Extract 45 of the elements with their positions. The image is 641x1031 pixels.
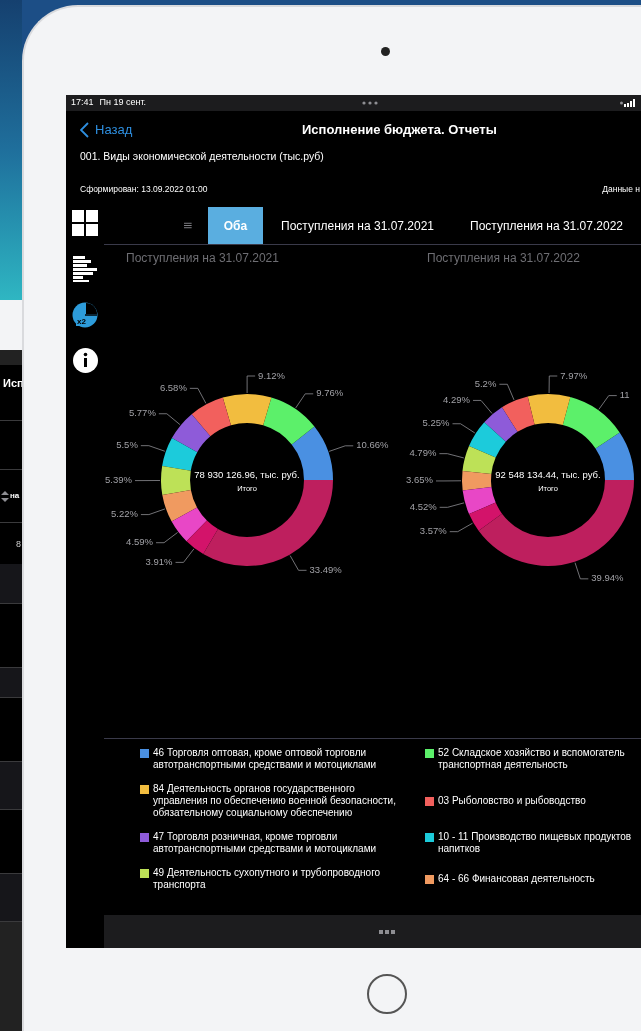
tab[interactable]: Поступления на 31.07.2021 <box>263 207 453 244</box>
data-label: 5.77% <box>128 407 156 419</box>
report-name: 001. Виды экономической деятельности (тыс.руб) <box>79 149 325 164</box>
total-value: 78 930 126.96, тыс. руб. <box>194 469 300 480</box>
data-label: 9.12% <box>258 369 286 381</box>
legend-label: 10 - 11 Производство пищевых продуктов напитков <box>438 831 633 855</box>
data-label: 33.49% <box>309 563 342 575</box>
badge-text: x2 <box>76 317 87 326</box>
chart-title: Поступления на 31.07.2021 <box>125 250 280 266</box>
chart-title: Поступления на 31.07.2022 <box>426 250 581 266</box>
formed-date: Сформирован: 13.09.2022 01:00 <box>80 183 208 196</box>
back-button[interactable]: Назад <box>66 120 302 140</box>
data-label: 9.76% <box>316 387 344 399</box>
data-label: 3.65% <box>406 474 433 486</box>
data-label: 11 <box>619 389 630 401</box>
tab[interactable]: Поступления на 31.07.2022 <box>452 207 641 244</box>
status-date: Пн 19 сент. <box>99 96 147 110</box>
background-column-header: на <box>10 491 20 501</box>
data-label: 4.79% <box>409 447 437 459</box>
background-cell-text: 8 <box>15 539 22 550</box>
screen-title: Исполнение бюджета. Отчеты <box>302 121 497 140</box>
data-label: 5.25% <box>422 417 450 429</box>
status-time: 17:41 <box>71 96 94 110</box>
data-label: 5.39% <box>105 474 132 486</box>
total-value: 92 548 134.44, тыс. руб. <box>495 469 601 480</box>
legend-label: 47 Торговля розничная, кроме торговли автотранспортными средствами и мотоциклами <box>153 831 378 855</box>
legend-label: 03 Рыболовство и рыбоводство <box>438 795 586 807</box>
data-label: 39.94% <box>591 572 624 584</box>
legend-label: 64 - 66 Финансовая деятельность <box>438 873 595 885</box>
data-label: 4.29% <box>443 393 471 405</box>
legend-label: 84 Деятельность органов государственного управления по обеспечению военной безопасности, обязательному социальному обеспечению <box>153 783 397 819</box>
data-label: 5.2% <box>474 377 497 389</box>
data-label: 3.91% <box>145 555 173 567</box>
data-label: 5.5% <box>116 439 138 451</box>
legend-label: 46 Торговля оптовая, кроме оптовой торговли автотранспортными средствами и мотоциклами <box>153 747 378 771</box>
data-label: 6.58% <box>159 381 187 393</box>
data-label: 4.59% <box>126 536 154 548</box>
legend-label: 49 Деятельность сухопутного и трубопроводного транспорта <box>153 867 382 891</box>
data-label: 4.52% <box>409 500 437 512</box>
data-label: 3.57% <box>419 525 447 537</box>
data-label: 7.97% <box>560 369 588 381</box>
data-label: 5.22% <box>111 508 138 520</box>
data-label: 10.66% <box>356 439 389 451</box>
data-note: Данные н <box>602 183 641 196</box>
legend-label: 52 Складское хозяйство и вспомогатель транспортная деятельность <box>438 747 626 771</box>
